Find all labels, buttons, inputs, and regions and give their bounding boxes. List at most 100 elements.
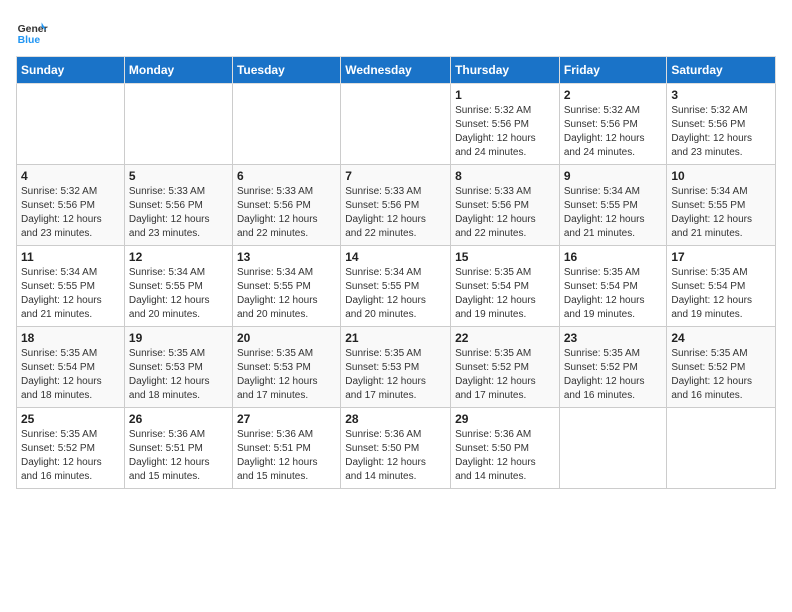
day-info: Sunrise: 5:35 AM Sunset: 5:54 PM Dayligh… [21, 347, 120, 403]
calendar-header-row: SundayMondayTuesdayWednesdayThursdayFrid… [17, 57, 776, 84]
day-number: 9 [564, 169, 663, 183]
calendar-cell: 24 Sunrise: 5:35 AM Sunset: 5:52 PM Dayli… [667, 327, 776, 408]
calendar-cell: 18 Sunrise: 5:35 AM Sunset: 5:54 PM Dayli… [17, 327, 125, 408]
calendar-cell: 13 Sunrise: 5:34 AM Sunset: 5:55 PM Dayli… [232, 246, 340, 327]
calendar-week-row: 18 Sunrise: 5:35 AM Sunset: 5:54 PM Dayli… [17, 327, 776, 408]
calendar-cell: 25 Sunrise: 5:35 AM Sunset: 5:52 PM Dayli… [17, 408, 125, 489]
day-info: Sunrise: 5:35 AM Sunset: 5:53 PM Dayligh… [237, 347, 336, 403]
day-info: Sunrise: 5:34 AM Sunset: 5:55 PM Dayligh… [345, 266, 446, 322]
calendar-week-row: 4 Sunrise: 5:32 AM Sunset: 5:56 PM Daylig… [17, 165, 776, 246]
day-number: 13 [237, 250, 336, 264]
day-info: Sunrise: 5:34 AM Sunset: 5:55 PM Dayligh… [564, 185, 663, 241]
day-number: 12 [129, 250, 228, 264]
calendar-cell: 20 Sunrise: 5:35 AM Sunset: 5:53 PM Dayli… [232, 327, 340, 408]
calendar-cell [559, 408, 667, 489]
day-info: Sunrise: 5:35 AM Sunset: 5:54 PM Dayligh… [455, 266, 555, 322]
day-number: 21 [345, 331, 446, 345]
calendar-cell: 29 Sunrise: 5:36 AM Sunset: 5:50 PM Dayli… [451, 408, 560, 489]
calendar-cell: 5Sunrise: 5:33 AM Sunset: 5:56 PM Daylig… [124, 165, 232, 246]
day-info: Sunrise: 5:35 AM Sunset: 5:54 PM Dayligh… [564, 266, 663, 322]
day-number: 17 [671, 250, 771, 264]
calendar-week-row: 1 Sunrise: 5:32 AM Sunset: 5:56 PM Daylig… [17, 84, 776, 165]
day-number: 10 [671, 169, 771, 183]
day-number: 2 [564, 88, 663, 102]
day-number: 5 [129, 169, 228, 183]
calendar-cell: 23Sunrise: 5:35 AM Sunset: 5:52 PM Dayli… [559, 327, 667, 408]
logo: General Blue [16, 16, 48, 48]
calendar-table: SundayMondayTuesdayWednesdayThursdayFrid… [16, 56, 776, 489]
calendar-week-row: 25 Sunrise: 5:35 AM Sunset: 5:52 PM Dayli… [17, 408, 776, 489]
day-info: Sunrise: 5:36 AM Sunset: 5:50 PM Dayligh… [345, 428, 446, 484]
day-info: Sunrise: 5:32 AM Sunset: 5:56 PM Dayligh… [564, 104, 663, 160]
day-info: Sunrise: 5:32 AM Sunset: 5:56 PM Dayligh… [21, 185, 120, 241]
calendar-cell [667, 408, 776, 489]
calendar-cell: 22 Sunrise: 5:35 AM Sunset: 5:52 PM Dayli… [451, 327, 560, 408]
calendar-cell [17, 84, 125, 165]
day-number: 15 [455, 250, 555, 264]
day-number: 18 [21, 331, 120, 345]
day-info: Sunrise: 5:32 AM Sunset: 5:56 PM Dayligh… [671, 104, 771, 160]
day-number: 19 [129, 331, 228, 345]
day-number: 8 [455, 169, 555, 183]
day-number: 26 [129, 412, 228, 426]
day-info: Sunrise: 5:33 AM Sunset: 5:56 PM Dayligh… [455, 185, 555, 241]
calendar-cell: 28 Sunrise: 5:36 AM Sunset: 5:50 PM Dayli… [341, 408, 451, 489]
day-info: Sunrise: 5:34 AM Sunset: 5:55 PM Dayligh… [237, 266, 336, 322]
day-number: 28 [345, 412, 446, 426]
calendar-cell: 3Sunrise: 5:32 AM Sunset: 5:56 PM Daylig… [667, 84, 776, 165]
svg-text:Blue: Blue [18, 35, 41, 46]
day-info: Sunrise: 5:34 AM Sunset: 5:55 PM Dayligh… [21, 266, 120, 322]
day-number: 20 [237, 331, 336, 345]
day-number: 29 [455, 412, 555, 426]
day-info: Sunrise: 5:32 AM Sunset: 5:56 PM Dayligh… [455, 104, 555, 160]
day-info: Sunrise: 5:35 AM Sunset: 5:52 PM Dayligh… [21, 428, 120, 484]
day-info: Sunrise: 5:35 AM Sunset: 5:52 PM Dayligh… [671, 347, 771, 403]
day-number: 6 [237, 169, 336, 183]
day-number: 22 [455, 331, 555, 345]
day-number: 27 [237, 412, 336, 426]
day-info: Sunrise: 5:36 AM Sunset: 5:51 PM Dayligh… [237, 428, 336, 484]
calendar-cell: 21Sunrise: 5:35 AM Sunset: 5:53 PM Dayli… [341, 327, 451, 408]
day-number: 11 [21, 250, 120, 264]
logo-icon: General Blue [16, 16, 48, 48]
day-info: Sunrise: 5:35 AM Sunset: 5:54 PM Dayligh… [671, 266, 771, 322]
day-info: Sunrise: 5:34 AM Sunset: 5:55 PM Dayligh… [129, 266, 228, 322]
day-number: 24 [671, 331, 771, 345]
weekday-header: Saturday [667, 57, 776, 84]
day-number: 4 [21, 169, 120, 183]
weekday-header: Thursday [451, 57, 560, 84]
day-info: Sunrise: 5:35 AM Sunset: 5:52 PM Dayligh… [455, 347, 555, 403]
calendar-cell: 4 Sunrise: 5:32 AM Sunset: 5:56 PM Daylig… [17, 165, 125, 246]
page-header: General Blue [16, 16, 776, 48]
calendar-cell: 9 Sunrise: 5:34 AM Sunset: 5:55 PM Daylig… [559, 165, 667, 246]
day-info: Sunrise: 5:33 AM Sunset: 5:56 PM Dayligh… [237, 185, 336, 241]
calendar-cell: 8 Sunrise: 5:33 AM Sunset: 5:56 PM Daylig… [451, 165, 560, 246]
calendar-cell: 6 Sunrise: 5:33 AM Sunset: 5:56 PM Daylig… [232, 165, 340, 246]
day-number: 1 [455, 88, 555, 102]
calendar-cell: 15 Sunrise: 5:35 AM Sunset: 5:54 PM Dayli… [451, 246, 560, 327]
calendar-cell: 1 Sunrise: 5:32 AM Sunset: 5:56 PM Daylig… [451, 84, 560, 165]
calendar-cell: 16 Sunrise: 5:35 AM Sunset: 5:54 PM Dayli… [559, 246, 667, 327]
calendar-cell: 11 Sunrise: 5:34 AM Sunset: 5:55 PM Dayli… [17, 246, 125, 327]
day-number: 16 [564, 250, 663, 264]
day-info: Sunrise: 5:36 AM Sunset: 5:50 PM Dayligh… [455, 428, 555, 484]
calendar-cell: 26 Sunrise: 5:36 AM Sunset: 5:51 PM Dayli… [124, 408, 232, 489]
weekday-header: Friday [559, 57, 667, 84]
calendar-cell: 19 Sunrise: 5:35 AM Sunset: 5:53 PM Dayli… [124, 327, 232, 408]
weekday-header: Wednesday [341, 57, 451, 84]
day-info: Sunrise: 5:36 AM Sunset: 5:51 PM Dayligh… [129, 428, 228, 484]
day-info: Sunrise: 5:35 AM Sunset: 5:52 PM Dayligh… [564, 347, 663, 403]
calendar-cell [124, 84, 232, 165]
calendar-cell [232, 84, 340, 165]
weekday-header: Sunday [17, 57, 125, 84]
calendar-week-row: 11 Sunrise: 5:34 AM Sunset: 5:55 PM Dayli… [17, 246, 776, 327]
day-number: 25 [21, 412, 120, 426]
weekday-header: Monday [124, 57, 232, 84]
day-info: Sunrise: 5:33 AM Sunset: 5:56 PM Dayligh… [345, 185, 446, 241]
weekday-header: Tuesday [232, 57, 340, 84]
day-info: Sunrise: 5:35 AM Sunset: 5:53 PM Dayligh… [129, 347, 228, 403]
calendar-cell [341, 84, 451, 165]
calendar-cell: 14Sunrise: 5:34 AM Sunset: 5:55 PM Dayli… [341, 246, 451, 327]
day-info: Sunrise: 5:34 AM Sunset: 5:55 PM Dayligh… [671, 185, 771, 241]
calendar-cell: 12 Sunrise: 5:34 AM Sunset: 5:55 PM Dayli… [124, 246, 232, 327]
